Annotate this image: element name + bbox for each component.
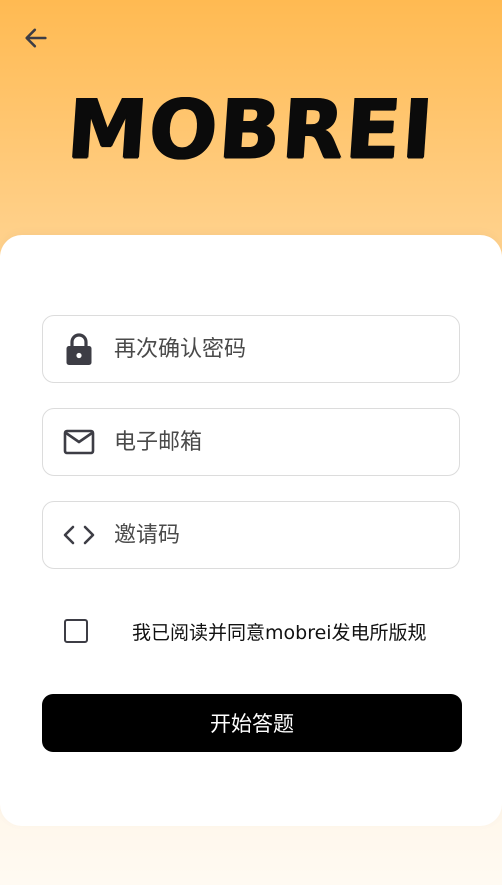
agreement-row: 我已阅读并同意mobrei发电所版规 (64, 616, 464, 646)
arrow-left-icon (25, 28, 47, 48)
confirm-password-field[interactable] (42, 315, 460, 383)
code-icon (62, 518, 96, 552)
mail-icon (62, 425, 96, 459)
invite-code-input[interactable] (114, 522, 434, 548)
invite-code-field[interactable] (42, 501, 460, 569)
back-button[interactable] (18, 20, 54, 56)
agreement-label[interactable]: 我已阅读并同意mobrei发电所版规 (132, 618, 427, 645)
email-input[interactable] (114, 429, 434, 455)
app-logo: MOBREI (64, 82, 438, 177)
lock-icon (62, 332, 96, 366)
start-quiz-button[interactable]: 开始答题 (42, 694, 462, 752)
agreement-checkbox[interactable] (64, 619, 88, 643)
email-field[interactable] (42, 408, 460, 476)
confirm-password-input[interactable] (114, 336, 434, 362)
